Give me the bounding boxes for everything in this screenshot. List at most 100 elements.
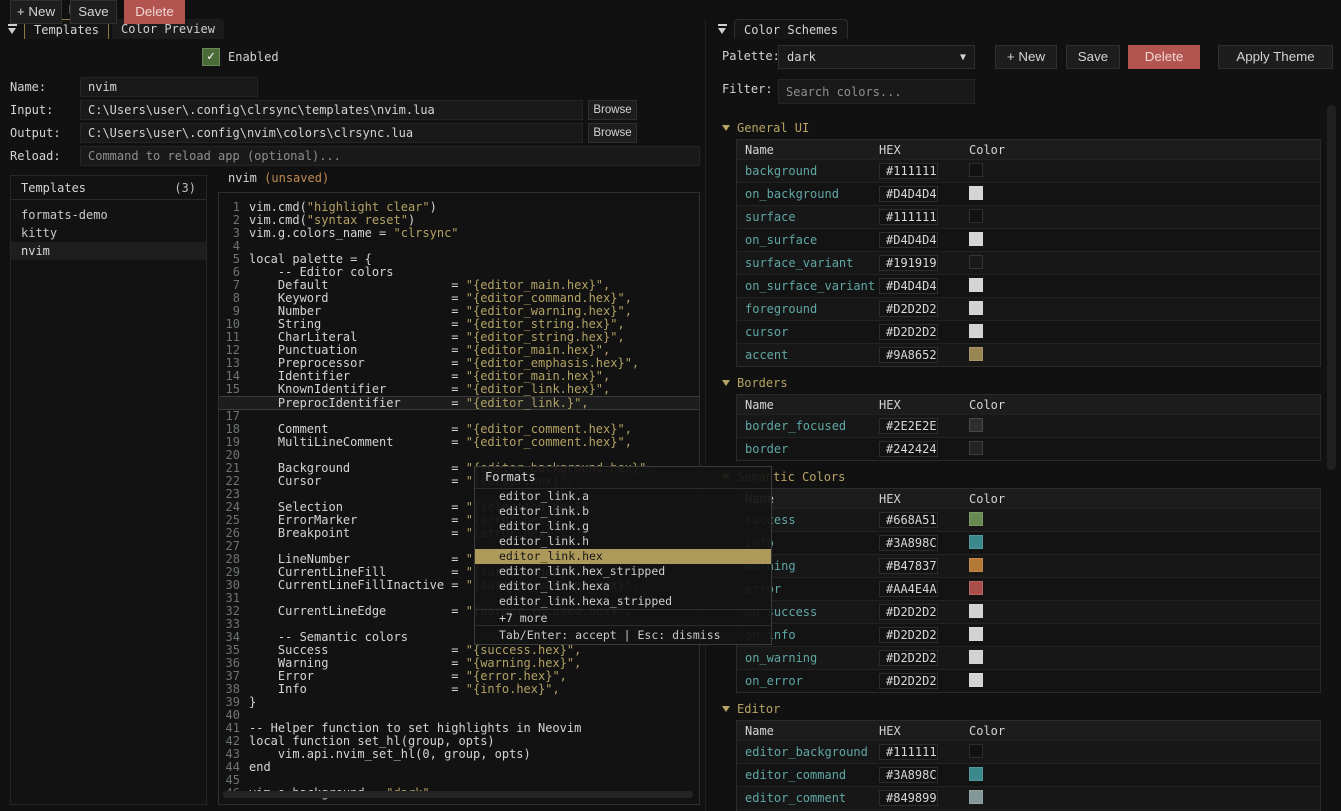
hex-value-field[interactable]: #D2D2D2 — [879, 673, 938, 689]
color-row[interactable]: foreground#D2D2D2 — [737, 297, 1320, 320]
hex-value-field[interactable]: #D4D4D4 — [879, 278, 938, 294]
hex-value-field[interactable]: #849899 — [879, 790, 938, 806]
reload-command-field[interactable] — [80, 146, 700, 166]
color-swatch[interactable] — [969, 512, 983, 526]
enabled-checkbox[interactable]: ✓ — [202, 48, 220, 66]
template-save-button[interactable]: Save — [70, 0, 117, 24]
color-swatch[interactable] — [969, 744, 983, 758]
color-row[interactable]: on_background#D4D4D4 — [737, 182, 1320, 205]
popup-format-item[interactable]: editor_link.a — [475, 489, 771, 504]
name-input[interactable] — [80, 77, 258, 97]
color-row[interactable]: on_error#D2D2D2 — [737, 669, 1320, 692]
color-swatch[interactable] — [969, 650, 983, 664]
palette-dropdown[interactable]: dark ▼ — [778, 45, 975, 69]
output-browse-button[interactable]: Browse — [588, 123, 637, 143]
hex-value-field[interactable]: #3A898C — [879, 767, 938, 783]
hex-value-field[interactable]: #668A51 — [879, 512, 938, 528]
color-row[interactable]: editor_comment#849899 — [737, 786, 1320, 809]
color-row[interactable]: surface#111111 — [737, 205, 1320, 228]
color-swatch[interactable] — [969, 209, 983, 223]
color-row[interactable]: error#AA4E4A — [737, 577, 1320, 600]
editor-horizontal-scrollbar[interactable] — [223, 791, 693, 798]
color-row[interactable]: on_warning#D2D2D2 — [737, 646, 1320, 669]
color-swatch[interactable] — [969, 673, 983, 687]
section-header[interactable]: General UI — [710, 120, 1326, 136]
section-header[interactable]: Editor — [710, 701, 1326, 717]
color-row[interactable]: on_surface_variant#D4D4D4 — [737, 274, 1320, 297]
popup-format-item[interactable]: editor_link.hex_stripped — [475, 564, 771, 579]
apply-theme-button[interactable]: Apply Theme — [1218, 45, 1333, 69]
tab-color-schemes[interactable]: Color Schemes — [734, 19, 848, 39]
color-row[interactable]: on_surface#D4D4D4 — [737, 228, 1320, 251]
hex-value-field[interactable]: #D2D2D2 — [879, 324, 938, 340]
palette-new-button[interactable]: + New — [995, 45, 1057, 69]
template-new-button[interactable]: + New — [10, 0, 62, 24]
hex-value-field[interactable]: #D2D2D2 — [879, 301, 938, 317]
color-search-input[interactable] — [778, 79, 975, 104]
color-swatch[interactable] — [969, 535, 983, 549]
collapse-panel-icon[interactable] — [7, 23, 19, 35]
color-swatch[interactable] — [969, 232, 983, 246]
color-row[interactable]: border_focused#2E2E2E — [737, 414, 1320, 437]
color-swatch[interactable] — [969, 627, 983, 641]
hex-value-field[interactable]: #242424 — [879, 441, 938, 457]
input-path-field[interactable] — [80, 100, 583, 120]
template-list-item[interactable]: nvim — [11, 242, 206, 260]
color-row[interactable]: warning#B47837 — [737, 554, 1320, 577]
color-swatch[interactable] — [969, 790, 983, 804]
color-row[interactable]: editor_command#3A898C — [737, 763, 1320, 786]
color-row[interactable]: success#668A51 — [737, 508, 1320, 531]
hex-value-field[interactable]: #AA4E4A — [879, 581, 938, 597]
template-list-item[interactable]: formats-demo — [11, 206, 206, 224]
popup-format-item[interactable]: editor_link.hex — [475, 549, 771, 564]
color-swatch[interactable] — [969, 163, 983, 177]
color-row[interactable]: on_info#D2D2D2 — [737, 623, 1320, 646]
popup-more-item[interactable]: +7 more — [475, 609, 771, 625]
hex-value-field[interactable]: #3A898C — [879, 535, 938, 551]
hex-value-field[interactable]: #191919 — [879, 255, 938, 271]
color-swatch[interactable] — [969, 441, 983, 455]
color-row[interactable]: border#242424 — [737, 437, 1320, 460]
palette-delete-button[interactable]: Delete — [1128, 45, 1200, 69]
color-row[interactable]: editor_background#111111 — [737, 740, 1320, 763]
color-row[interactable]: background#111111 — [737, 159, 1320, 182]
color-row[interactable]: accent#9A8652 — [737, 343, 1320, 366]
input-browse-button[interactable]: Browse — [588, 100, 637, 120]
palette-save-button[interactable]: Save — [1066, 45, 1120, 69]
hex-value-field[interactable]: #D2D2D2 — [879, 604, 938, 620]
color-row[interactable]: surface_variant#191919 — [737, 251, 1320, 274]
color-swatch[interactable] — [969, 418, 983, 432]
hex-value-field[interactable]: #111111 — [879, 209, 938, 225]
hex-value-field[interactable]: #111111 — [879, 163, 938, 179]
hex-value-field[interactable]: #111111 — [879, 744, 938, 760]
color-swatch[interactable] — [969, 558, 983, 572]
section-header[interactable]: Borders — [710, 375, 1326, 391]
color-swatch[interactable] — [969, 347, 983, 361]
popup-format-item[interactable]: editor_link.h — [475, 534, 771, 549]
popup-format-item[interactable]: editor_link.b — [475, 504, 771, 519]
template-list-item[interactable]: kitty — [11, 224, 206, 242]
hex-value-field[interactable]: #D4D4D4 — [879, 232, 938, 248]
collapse-panel-icon[interactable] — [717, 23, 729, 35]
color-row[interactable]: info#3A898C — [737, 531, 1320, 554]
color-row[interactable]: cursor#D2D2D2 — [737, 320, 1320, 343]
popup-format-item[interactable]: editor_link.hexa_stripped — [475, 594, 771, 609]
color-row[interactable]: on_success#D2D2D2 — [737, 600, 1320, 623]
color-swatch[interactable] — [969, 324, 983, 338]
template-delete-button[interactable]: Delete — [124, 0, 185, 24]
color-swatch[interactable] — [969, 604, 983, 618]
hex-value-field[interactable]: #9A8652 — [879, 347, 938, 363]
hex-value-field[interactable]: #D2D2D2 — [879, 627, 938, 643]
hex-value-field[interactable]: #2E2E2E — [879, 418, 938, 434]
color-swatch[interactable] — [969, 581, 983, 595]
output-path-field[interactable] — [80, 123, 583, 143]
popup-format-item[interactable]: editor_link.hexa — [475, 579, 771, 594]
color-swatch[interactable] — [969, 301, 983, 315]
color-swatch[interactable] — [969, 767, 983, 781]
section-header[interactable]: Semantic Colors — [710, 469, 1326, 485]
color-swatch[interactable] — [969, 255, 983, 269]
hex-value-field[interactable]: #B47837 — [879, 558, 938, 574]
color-swatch[interactable] — [969, 186, 983, 200]
right-vertical-scrollbar[interactable] — [1327, 105, 1336, 470]
hex-value-field[interactable]: #D2D2D2 — [879, 650, 938, 666]
